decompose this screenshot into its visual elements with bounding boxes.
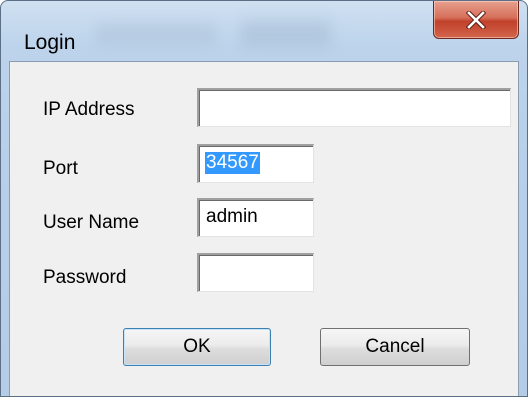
dialog-content: IP Address Port 34567 User Name admin Pa…: [9, 61, 519, 396]
password-label: Password: [43, 267, 127, 288]
close-button[interactable]: [433, 1, 519, 39]
ip-address-field[interactable]: [197, 88, 511, 127]
ok-button[interactable]: OK: [123, 328, 271, 366]
login-dialog: Login IP Address Port 34567 User Name ad…: [0, 0, 528, 397]
port-label: Port: [43, 158, 78, 179]
title-bar[interactable]: Login: [1, 1, 527, 61]
title-bar-background-blur: [241, 21, 331, 47]
password-field[interactable]: [197, 253, 314, 292]
user-name-field[interactable]: admin: [197, 198, 314, 237]
port-value: 34567: [205, 152, 260, 174]
ip-address-label: IP Address: [43, 99, 135, 120]
cancel-button[interactable]: Cancel: [320, 328, 470, 366]
dialog-title: Login: [24, 31, 76, 54]
title-bar-background-blur: [96, 23, 216, 45]
user-name-label: User Name: [43, 212, 140, 233]
user-name-value: admin: [206, 206, 258, 227]
port-field[interactable]: 34567: [197, 144, 314, 183]
close-icon: [466, 10, 486, 29]
